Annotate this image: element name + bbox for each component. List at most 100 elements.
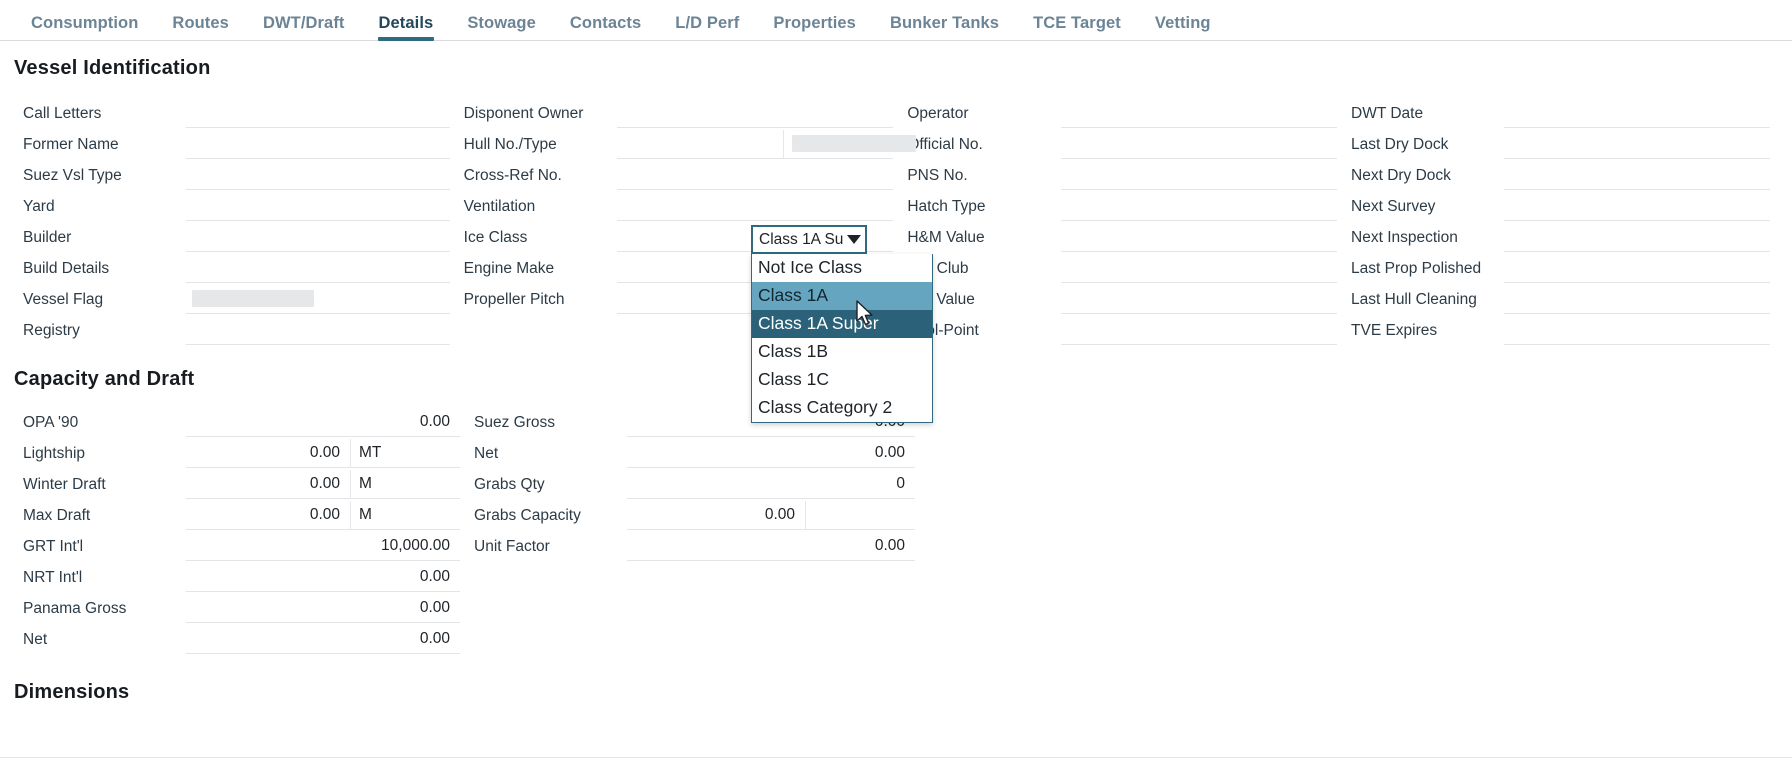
tab-details[interactable]: Details: [362, 15, 451, 41]
input-pi-club[interactable]: [1061, 254, 1337, 283]
field-row-hm-value: H&M Value: [901, 222, 1337, 253]
input-pool-point[interactable]: [1061, 316, 1337, 345]
input-tve-expires[interactable]: [1504, 316, 1770, 345]
input-next-inspection[interactable]: [1504, 223, 1770, 252]
option-class-1b[interactable]: Class 1B: [752, 338, 932, 366]
unit-winter-draft[interactable]: M: [350, 470, 460, 499]
label-engine-make: Engine Make: [458, 260, 617, 278]
label-operator: Operator: [901, 105, 1061, 123]
field-row-suez-vsl-type: Suez Vsl Type: [14, 160, 450, 191]
field-row-former-name: Former Name: [14, 129, 450, 160]
input-hull-type[interactable]: [783, 130, 893, 159]
input-registry[interactable]: [186, 316, 450, 345]
tab-label: Properties: [773, 14, 856, 32]
input-unit-factor[interactable]: 0.00: [627, 532, 915, 561]
input-opa-90[interactable]: 0.00: [186, 408, 460, 437]
input-max-draft[interactable]: 0.00: [186, 501, 350, 530]
field-row-suez-net: Net 0.00: [468, 438, 915, 469]
tab-properties[interactable]: Properties: [756, 15, 873, 41]
field-row-iap-value: IAP Value: [901, 284, 1337, 315]
input-builder[interactable]: [186, 223, 450, 252]
input-cross-ref-no[interactable]: [617, 161, 894, 190]
input-suez-vsl-type[interactable]: [186, 161, 450, 190]
unit-grabs-capacity[interactable]: [805, 501, 915, 530]
field-row-call-letters: Call Letters: [14, 98, 450, 129]
field-row-opa-90: OPA '90 0.00: [14, 407, 460, 438]
input-grabs-capacity[interactable]: 0.00: [627, 501, 805, 530]
input-lightship[interactable]: 0.00: [186, 439, 350, 468]
capacity-column-1: OPA '90 0.00 Lightship 0.00 MT Winter Dr…: [14, 407, 468, 655]
field-row-grabs-capacity: Grabs Capacity 0.00: [468, 500, 915, 531]
field-row-last-hull-cleaning: Last Hull Cleaning: [1345, 284, 1770, 315]
unit-label: M: [351, 506, 372, 524]
option-class-1c[interactable]: Class 1C: [752, 366, 932, 394]
input-build-details[interactable]: [186, 254, 450, 283]
input-disponent-owner[interactable]: [617, 99, 894, 128]
label-last-dry-dock: Last Dry Dock: [1345, 136, 1504, 154]
input-last-prop-polished[interactable]: [1504, 254, 1770, 283]
label-cross-ref-no: Cross-Ref No.: [458, 167, 617, 185]
input-pns-no[interactable]: [1061, 161, 1337, 190]
field-row-build-details: Build Details: [14, 253, 450, 284]
label-panama-gross: Panama Gross: [14, 600, 186, 618]
input-winter-draft[interactable]: 0.00: [186, 470, 350, 499]
input-next-survey[interactable]: [1504, 192, 1770, 221]
field-row-next-inspection: Next Inspection: [1345, 222, 1770, 253]
input-yard[interactable]: [186, 192, 450, 221]
input-grabs-qty[interactable]: 0: [627, 470, 915, 499]
value: 10,000.00: [186, 537, 460, 555]
tab-contacts[interactable]: Contacts: [553, 15, 658, 41]
tab-label: Contacts: [570, 14, 641, 32]
option-not-ice-class[interactable]: Not Ice Class: [752, 254, 932, 282]
label-build-details: Build Details: [14, 260, 186, 278]
input-next-dry-dock[interactable]: [1504, 161, 1770, 190]
ice-class-dropdown[interactable]: Class 1A Su Not Ice Class Class 1A Class…: [751, 225, 867, 423]
label-hm-value: H&M Value: [901, 229, 1061, 247]
input-hm-value[interactable]: [1061, 223, 1337, 252]
tab-vetting[interactable]: Vetting: [1138, 15, 1228, 41]
option-label: Class 1A Super: [758, 313, 879, 334]
tab-bunker-tanks[interactable]: Bunker Tanks: [873, 15, 1016, 41]
input-last-dry-dock[interactable]: [1504, 130, 1770, 159]
input-panama-gross[interactable]: 0.00: [186, 594, 460, 623]
field-row-max-draft: Max Draft 0.00 M: [14, 500, 460, 531]
tab-stowage[interactable]: Stowage: [450, 15, 553, 41]
input-nrt-intl[interactable]: 0.00: [186, 563, 460, 592]
label-official-no: Official No.: [901, 136, 1061, 154]
input-call-letters[interactable]: [186, 99, 450, 128]
unit-max-draft[interactable]: M: [350, 501, 460, 530]
field-row-cross-ref-no: Cross-Ref No.: [458, 160, 894, 191]
input-former-name[interactable]: [186, 130, 450, 159]
field-row-next-dry-dock: Next Dry Dock: [1345, 160, 1770, 191]
label-grabs-capacity: Grabs Capacity: [468, 507, 627, 525]
option-class-1a-super[interactable]: Class 1A Super: [752, 310, 932, 338]
value: 0.00: [186, 568, 460, 586]
input-operator[interactable]: [1061, 99, 1337, 128]
input-suez-net[interactable]: 0.00: [627, 439, 915, 468]
input-hatch-type[interactable]: [1061, 192, 1337, 221]
input-hull-no[interactable]: [617, 130, 784, 159]
input-last-hull-cleaning[interactable]: [1504, 285, 1770, 314]
field-row-winter-draft: Winter Draft 0.00 M: [14, 469, 460, 500]
value: 0.00: [186, 599, 460, 617]
input-dwt-date[interactable]: [1504, 99, 1770, 128]
input-ventilation[interactable]: [617, 192, 894, 221]
ice-class-combobox[interactable]: Class 1A Su: [751, 225, 867, 254]
chevron-down-icon[interactable]: [847, 235, 861, 244]
input-iap-value[interactable]: [1061, 285, 1337, 314]
option-class-category-2[interactable]: Class Category 2: [752, 394, 932, 422]
unit-lightship[interactable]: MT: [350, 439, 460, 468]
label-suez-vsl-type: Suez Vsl Type: [14, 167, 186, 185]
tab-dwt-draft[interactable]: DWT/Draft: [246, 15, 362, 41]
option-class-1a[interactable]: Class 1A: [752, 282, 932, 310]
input-panama-net[interactable]: 0.00: [186, 625, 460, 654]
field-row-tve-expires: TVE Expires: [1345, 315, 1770, 346]
ice-class-selected-text: Class 1A Su: [759, 231, 845, 249]
input-grt-intl[interactable]: 10,000.00: [186, 532, 460, 561]
input-vessel-flag[interactable]: [186, 285, 450, 314]
tab-tce-target[interactable]: TCE Target: [1016, 15, 1138, 41]
input-official-no[interactable]: [1061, 130, 1337, 159]
tab-routes[interactable]: Routes: [155, 15, 246, 41]
tab-ld-perf[interactable]: L/D Perf: [658, 15, 756, 41]
tab-consumption[interactable]: Consumption: [14, 15, 155, 41]
